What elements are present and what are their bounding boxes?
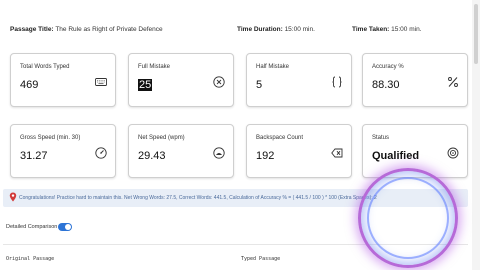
top-cutoff-row <box>0 0 480 6</box>
stat-value: 29.43 <box>138 150 166 162</box>
x-circle-icon <box>213 76 225 88</box>
stat-label: Status <box>372 135 390 141</box>
stat-value: 469 <box>20 79 39 91</box>
toggle-knob <box>65 224 71 230</box>
braces-icon <box>332 76 342 88</box>
gauge-face-icon <box>213 147 225 159</box>
stat-card-total-words: Total Words Typed 469 <box>10 53 116 107</box>
stat-label: Backspace Count <box>256 135 304 141</box>
time-taken: Time Taken: 15:00 min. <box>352 26 422 33</box>
time-taken-label: Time Taken: <box>352 26 390 33</box>
assistant-glow-orb <box>358 168 458 268</box>
time-duration: Time Duration: 15:00 min. <box>237 26 315 33</box>
scrollbar-thumb[interactable] <box>474 4 478 64</box>
time-taken-value: 15:00 min. <box>391 26 422 33</box>
stat-value: Qualified <box>372 150 420 162</box>
stat-card-full-mistake: Full Mistake 25 <box>128 53 234 107</box>
result-banner: Congratulations! Practice hard to mainta… <box>3 189 468 207</box>
percent-icon <box>448 77 458 87</box>
scrollbar[interactable] <box>472 0 480 270</box>
time-duration-label: Time Duration: <box>237 26 283 33</box>
stat-value: 192 <box>256 150 275 162</box>
banner-message: Congratulations! Practice hard to mainta… <box>19 195 377 201</box>
stat-card-half-mistake: Half Mistake 5 <box>246 53 352 107</box>
stat-value: 31.27 <box>20 150 48 162</box>
stat-card-backspace: Backspace Count 192 <box>246 124 352 178</box>
detailed-comparison-toggle[interactable] <box>58 223 72 231</box>
stat-value: 88.30 <box>372 79 400 91</box>
stat-card-status: Status Qualified <box>362 124 468 178</box>
backspace-icon <box>331 148 343 158</box>
keyboard-icon <box>95 78 107 86</box>
test-meta-row: Passage Title: The Rule as Right of Priv… <box>0 26 480 38</box>
passage-title-label: Passage Title: <box>10 26 54 33</box>
stat-label: Total Words Typed <box>20 64 70 70</box>
stat-card-net-speed: Net Speed (wpm) 29.43 <box>128 124 234 178</box>
passage-title-value: The Rule as Right of Private Defence <box>55 26 163 33</box>
stat-card-gross-speed: Gross Speed (min. 30) 31.27 <box>10 124 116 178</box>
divider <box>3 244 468 245</box>
time-duration-value: 15:00 min. <box>284 26 315 33</box>
stat-label: Gross Speed (min. 30) <box>20 135 81 141</box>
stat-label: Net Speed (wpm) <box>138 135 185 141</box>
stat-label: Full Mistake <box>138 64 171 70</box>
speedometer-icon <box>95 147 107 159</box>
stat-label: Accuracy % <box>372 64 404 70</box>
target-icon <box>447 147 459 159</box>
typed-passage-heading: Typed Passage <box>241 256 281 262</box>
location-pin-icon <box>9 192 17 202</box>
passage-title: Passage Title: The Rule as Right of Priv… <box>10 26 163 33</box>
stat-label: Half Mistake <box>256 64 290 70</box>
stat-value: 25 <box>138 79 153 91</box>
detailed-comparison-label: Detailed Comparison <box>6 224 58 230</box>
stat-card-accuracy: Accuracy % 88.30 <box>362 53 468 107</box>
original-passage-heading: Original Passage <box>6 256 55 262</box>
stat-value: 5 <box>256 79 263 91</box>
